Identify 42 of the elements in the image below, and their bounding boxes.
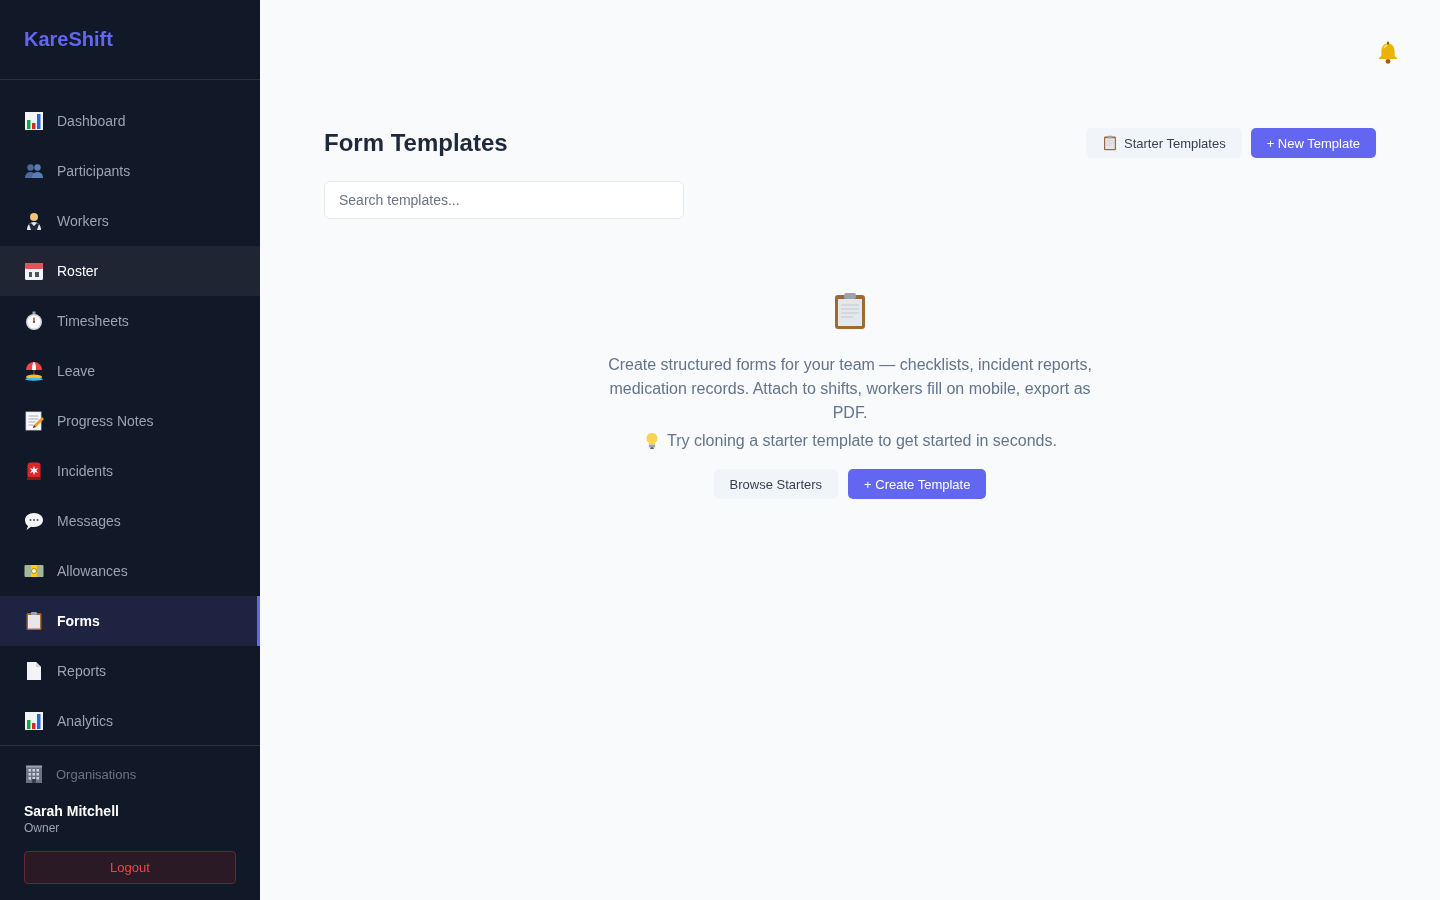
create-template-button[interactable]: + Create Template — [848, 469, 987, 499]
nav-item[interactable]: Dashboard — [0, 96, 260, 146]
calendar-icon — [24, 261, 44, 281]
nav-item[interactable]: Timesheets — [0, 296, 260, 346]
nav-item[interactable]: Roster — [0, 246, 260, 296]
clipboard-icon — [24, 611, 44, 631]
nav-item[interactable]: Allowances — [0, 546, 260, 596]
notifications-button[interactable] — [1376, 41, 1400, 65]
organisations-link[interactable]: Organisations — [24, 762, 137, 786]
bar-chart-icon — [24, 111, 44, 131]
nav-item[interactable]: Progress Notes — [0, 396, 260, 446]
people-icon — [24, 161, 44, 181]
user-role: Owner — [24, 820, 61, 836]
beach-umbrella-icon — [24, 361, 44, 381]
nav-item[interactable]: Workers — [0, 196, 260, 246]
nav-item[interactable]: Analytics — [0, 696, 260, 745]
new-template-button[interactable]: + New Template — [1250, 128, 1376, 158]
bar-chart-icon — [24, 711, 44, 731]
nav-item[interactable]: Leave — [0, 346, 260, 396]
siren-icon — [24, 461, 44, 481]
empty-state-description: Create structured forms for your team — checklists, incident reports, medication records. Attach to shifts, workers fill on mobile, export as PDF. — [607, 355, 1093, 423]
brand-logo: KareShift — [24, 26, 113, 51]
nav-item[interactable]: Reports — [0, 646, 260, 696]
nav-item[interactable]: Messages — [0, 496, 260, 546]
stopwatch-icon — [24, 311, 44, 331]
person-icon — [24, 211, 44, 231]
memo-pencil-icon — [24, 411, 44, 431]
speech-bubble-icon — [24, 511, 44, 531]
page-title: Form Templates — [324, 128, 508, 158]
user-name: Sarah Mitchell — [24, 802, 120, 820]
starter-templates-button[interactable]: Starter Templates — [1086, 128, 1242, 158]
building-icon — [24, 764, 44, 784]
nav-item[interactable]: Forms — [0, 596, 260, 646]
browse-starters-button[interactable]: Browse Starters — [713, 469, 839, 499]
search-field[interactable]: Search templates... — [324, 181, 684, 219]
tip-text: Try cloning a starter template to get started in seconds. — [667, 431, 1057, 451]
logout-button[interactable]: Logout — [24, 851, 236, 884]
nav-item[interactable]: Incidents — [0, 446, 260, 496]
nav-item[interactable]: Participants — [0, 146, 260, 196]
bell-icon — [1376, 41, 1400, 65]
clipboard-icon — [1102, 135, 1118, 151]
document-icon — [24, 661, 44, 681]
